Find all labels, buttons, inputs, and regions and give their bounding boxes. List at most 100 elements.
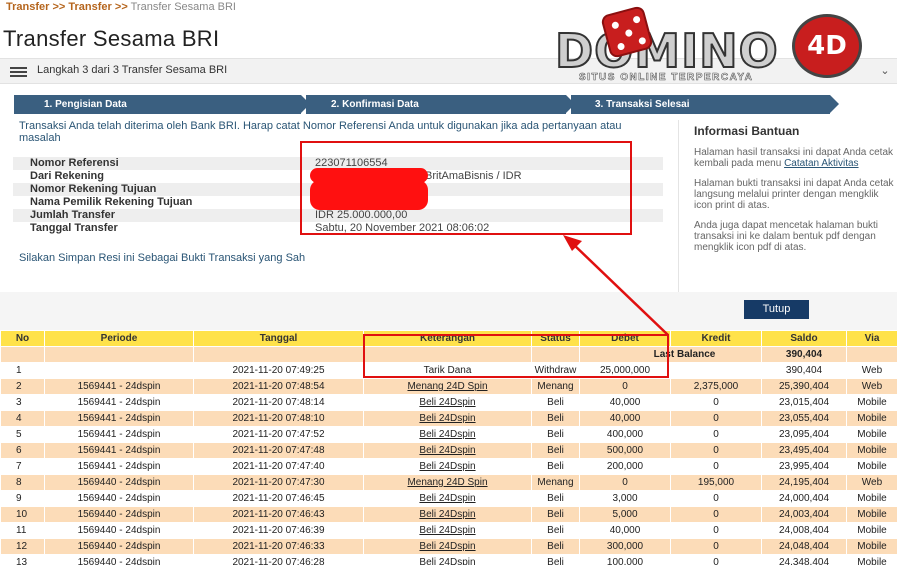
cell-debet: 0	[579, 378, 671, 395]
cell-keterangan[interactable]: Beli 24Dspin	[363, 410, 532, 427]
table-row: 12 1569440 - 24dspin 2021-11-20 07:46:33 Be…	[0, 538, 897, 555]
table-row: 8 1569440 - 24dspin 2021-11-20 07:47:30 Men…	[0, 474, 897, 491]
breadcrumb-link-transfer-2[interactable]: Transfer	[68, 1, 111, 13]
activity-log-link[interactable]: Catatan Aktivitas	[784, 158, 858, 169]
cell-saldo: 23,495,404	[761, 442, 847, 459]
cell-status: Beli	[531, 426, 580, 443]
cell-tanggal: 2021-11-20 07:48:10	[193, 410, 364, 427]
cell-debet: 40,000	[579, 394, 671, 411]
cell-kredit: 0	[670, 554, 762, 565]
cell-debet: 500,000	[579, 442, 671, 459]
cell-saldo: 23,995,404	[761, 458, 847, 475]
cell-no: 2	[0, 378, 45, 395]
cell-keterangan[interactable]: Beli 24Dspin	[363, 538, 532, 555]
cell-periode: 1569441 - 24dspin	[44, 394, 194, 411]
cell-via: Mobile	[846, 522, 897, 539]
help-text-3: Anda juga dapat mencetak halaman bukti t…	[694, 220, 879, 253]
last-balance-value: 390,404	[761, 346, 847, 363]
progress-steps: 1. Pengisian Data 2. Konfirmasi Data 3. …	[14, 95, 839, 114]
breadcrumb-current: Transfer Sesama BRI	[130, 1, 236, 13]
cell-debet: 300,000	[579, 538, 671, 555]
cell-no: 3	[0, 394, 45, 411]
cell-via: Mobile	[846, 538, 897, 555]
cell-keterangan[interactable]: Menang 24D Spin	[363, 378, 532, 395]
detail-label: Dari Rekening	[30, 170, 104, 182]
cell-tanggal: 2021-11-20 07:46:45	[193, 490, 364, 507]
cell-kredit: 0	[670, 458, 762, 475]
cell-keterangan[interactable]: Beli 24Dspin	[363, 506, 532, 523]
cell-tanggal: 2021-11-20 07:47:40	[193, 458, 364, 475]
cell-status: Beli	[531, 394, 580, 411]
cell-no: 7	[0, 458, 45, 475]
col-header-debet: Debet	[579, 330, 671, 347]
cell-keterangan[interactable]: Beli 24Dspin	[363, 522, 532, 539]
cell-periode: 1569441 - 24dspin	[44, 442, 194, 459]
cell-debet: 3,000	[579, 490, 671, 507]
cell-status: Beli	[531, 506, 580, 523]
logo-tagline: SITUS ONLINE TERPERCAYA	[579, 72, 754, 84]
close-button[interactable]: Tutup	[744, 300, 809, 319]
table-row: 13 1569440 - 24dspin 2021-11-20 07:46:28 Be…	[0, 554, 897, 565]
cell-keterangan[interactable]: Beli 24Dspin	[363, 458, 532, 475]
col-header-kredit: Kredit	[670, 330, 762, 347]
breadcrumb-link-transfer[interactable]: Transfer	[6, 1, 49, 13]
table-row: 11 1569440 - 24dspin 2021-11-20 07:46:39 Be…	[0, 522, 897, 539]
col-header-via: Via	[846, 330, 897, 347]
cell-saldo: 24,008,404	[761, 522, 847, 539]
cell-no: 8	[0, 474, 45, 491]
cell-status: Beli	[531, 458, 580, 475]
cell-tanggal: 2021-11-20 07:47:30	[193, 474, 364, 491]
cell-kredit: 0	[670, 506, 762, 523]
cell-saldo: 24,000,404	[761, 490, 847, 507]
cell-keterangan[interactable]: Beli 24Dspin	[363, 426, 532, 443]
progress-step-3-label: 3. Transaksi Selesai	[595, 99, 690, 110]
progress-step-3: 3. Transaksi Selesai	[571, 95, 839, 114]
cell-keterangan[interactable]: Beli 24Dspin	[363, 442, 532, 459]
cell-via: Mobile	[846, 410, 897, 427]
menu-icon[interactable]	[10, 67, 27, 77]
cell-status: Beli	[531, 522, 580, 539]
cell-status: Menang	[531, 474, 580, 491]
cell-periode: 1569440 - 24dspin	[44, 522, 194, 539]
cell-debet: 40,000	[579, 522, 671, 539]
cell-keterangan[interactable]: Beli 24Dspin	[363, 394, 532, 411]
cell-no: 11	[0, 522, 45, 539]
col-header-saldo: Saldo	[761, 330, 847, 347]
cell-saldo: 24,003,404	[761, 506, 847, 523]
cell-tanggal: 2021-11-20 07:47:52	[193, 426, 364, 443]
breadcrumb-separator: >>	[52, 1, 66, 13]
highlight-box-transfer	[300, 141, 632, 235]
cell-periode: 1569440 - 24dspin	[44, 490, 194, 507]
col-header-periode: Periode	[44, 330, 194, 347]
cell-via: Mobile	[846, 394, 897, 411]
cell-periode: 1569441 - 24dspin	[44, 426, 194, 443]
detail-label: Nomor Referensi	[30, 157, 119, 169]
cell-keterangan[interactable]: Menang 24D Spin	[363, 474, 532, 491]
cell-status: Menang	[531, 378, 580, 395]
help-panel: Informasi Bantuan Halaman hasil transaks…	[678, 120, 897, 292]
table-row: 5 1569441 - 24dspin 2021-11-20 07:47:52 Bel…	[0, 426, 897, 443]
cell-tanggal: 2021-11-20 07:48:14	[193, 394, 364, 411]
detail-label: Jumlah Transfer	[30, 209, 115, 221]
cell-kredit: 0	[670, 522, 762, 539]
logo-wordmark: DOMINO	[554, 23, 779, 79]
table-row: 2 1569441 - 24dspin 2021-11-20 07:48:54 Men…	[0, 378, 897, 395]
chevron-down-icon[interactable]: ⌄	[873, 59, 897, 83]
cell-debet: 400,000	[579, 426, 671, 443]
cell-tanggal: 2021-11-20 07:46:43	[193, 506, 364, 523]
cell-keterangan[interactable]: Beli 24Dspin	[363, 490, 532, 507]
cell-status: Beli	[531, 554, 580, 565]
cell-status: Beli	[531, 490, 580, 507]
cell-no: 4	[0, 410, 45, 427]
cell-saldo: 390,404	[761, 362, 847, 379]
cell-no: 12	[0, 538, 45, 555]
cell-kredit: 0	[670, 394, 762, 411]
cell-keterangan[interactable]: Beli 24Dspin	[363, 554, 532, 565]
progress-step-2: 2. Konfirmasi Data	[306, 95, 575, 114]
cell-no: 10	[0, 506, 45, 523]
last-balance-label: Last Balance	[579, 346, 762, 363]
cell-status: Withdraw	[531, 362, 580, 379]
cell-tanggal: 2021-11-20 07:47:48	[193, 442, 364, 459]
cell-debet: 200,000	[579, 458, 671, 475]
cell-periode: 1569441 - 24dspin	[44, 458, 194, 475]
